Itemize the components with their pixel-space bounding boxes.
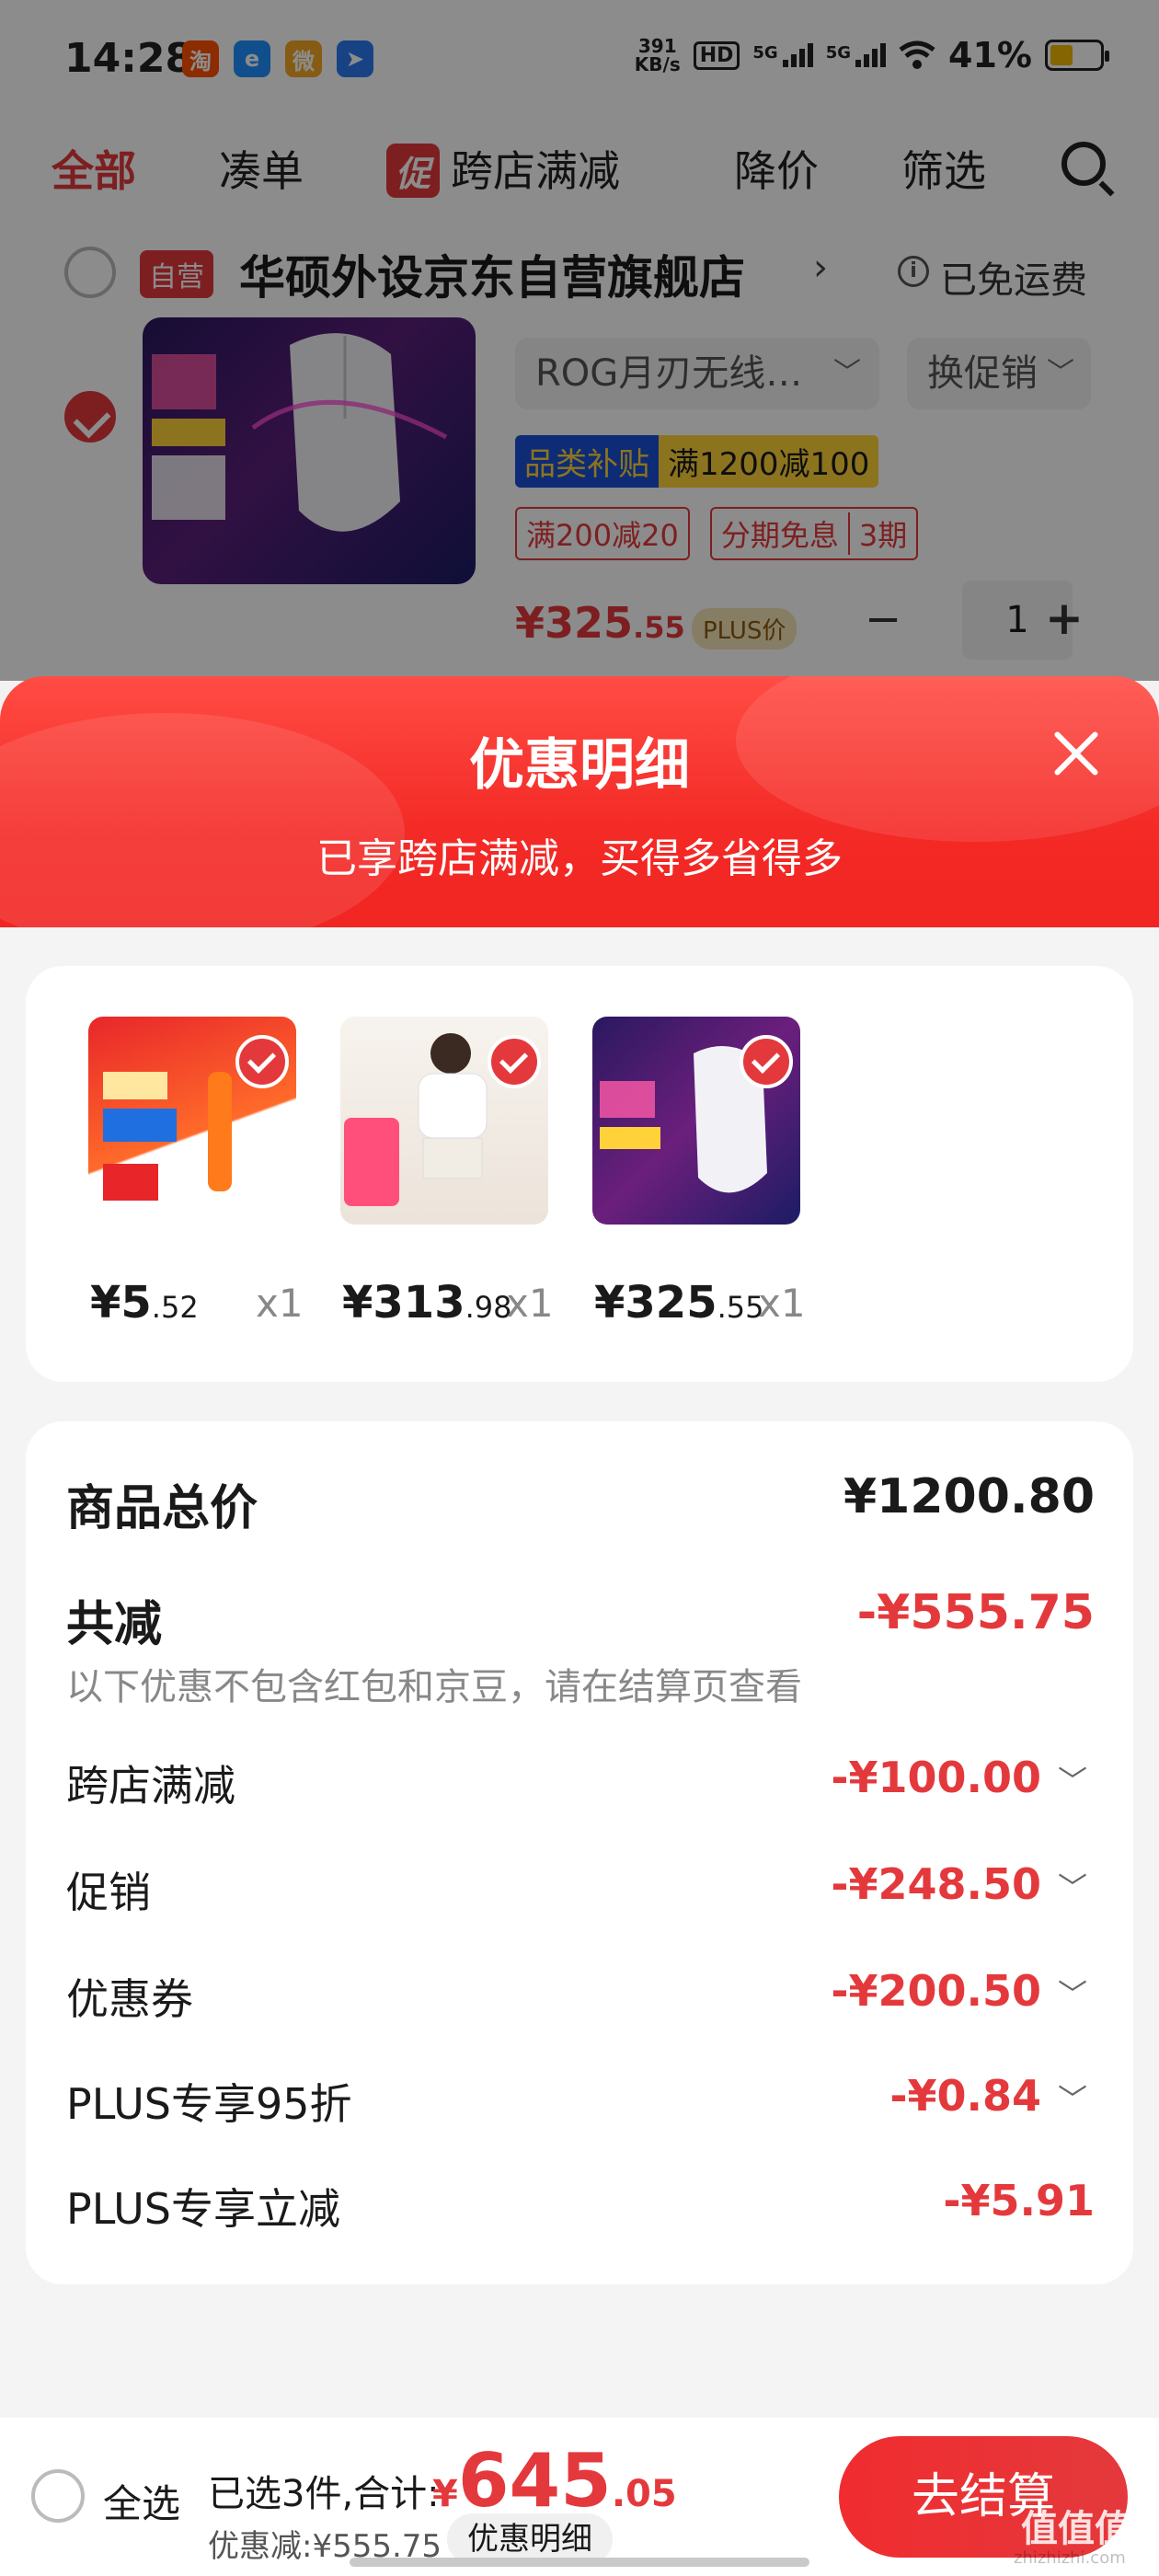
total-label: 商品总价	[66, 1481, 258, 1536]
chevron-down-icon[interactable]: ﹀	[1058, 1972, 1087, 2014]
modal-overlay[interactable]	[0, 0, 1159, 681]
line-plus-95-value[interactable]: -¥0.84	[889, 2071, 1041, 2121]
item-price-1: ¥5.52	[90, 1277, 199, 1328]
line-plus-instant-value: -¥5.91	[943, 2176, 1095, 2225]
item-qty-3: x1	[758, 1281, 806, 1326]
watermark: 值值值	[1021, 2508, 1131, 2550]
checked-icon	[235, 1035, 289, 1088]
watermark-url: zhizhizhi.com	[1014, 2548, 1126, 2568]
line-cross-store-value[interactable]: -¥100.00	[831, 1753, 1041, 1802]
line-plus-95-label[interactable]: PLUS专享95折	[66, 2071, 351, 2132]
total-value: ¥1200.80	[843, 1469, 1095, 1524]
sheet-subtitle: 已享跨店满减，买得多省得多	[316, 835, 843, 882]
close-icon[interactable]	[1047, 724, 1106, 783]
line-promo-label[interactable]: 促销	[66, 1859, 151, 1920]
item-price-decimal: .98	[465, 1290, 512, 1325]
select-all-radio[interactable]	[31, 2469, 85, 2523]
total-integer: 645	[457, 2438, 612, 2524]
item-qty-2: x1	[506, 1281, 554, 1326]
line-coupon-value[interactable]: -¥200.50	[831, 1966, 1041, 2016]
line-plus-instant-label: PLUS专享立减	[66, 2184, 340, 2234]
item-price-2: ¥313.98	[342, 1277, 511, 1328]
item-price-integer: ¥5	[90, 1277, 152, 1328]
reduce-label: 共减	[66, 1597, 163, 1652]
reduce-value: -¥555.75	[856, 1585, 1095, 1640]
line-promo-value[interactable]: -¥248.50	[831, 1859, 1041, 1909]
item-thumbnail-3[interactable]	[592, 1017, 800, 1225]
item-thumbnail-1[interactable]	[88, 1017, 296, 1225]
line-cross-store-label[interactable]: 跨店满减	[66, 1753, 235, 1813]
home-indicator[interactable]	[350, 2558, 809, 2567]
selected-count: 已选3件,合计:	[208, 2473, 440, 2515]
item-price-decimal: .55	[717, 1290, 764, 1325]
line-coupon-label[interactable]: 优惠券	[66, 1966, 193, 2027]
selected-items-card: ¥5.52 x1 ¥313.98 x1 ¥325.55 x1	[26, 966, 1133, 1382]
sheet-title: 优惠明细	[469, 733, 690, 798]
checked-icon	[488, 1035, 541, 1088]
total-price: ¥645.05	[432, 2438, 677, 2524]
item-price-3: ¥325.55	[594, 1277, 763, 1328]
checked-icon	[740, 1035, 793, 1088]
chevron-down-icon[interactable]: ﹀	[1058, 2076, 1087, 2119]
discount-summary-card: 商品总价 ¥1200.80 共减 -¥555.75 以下优惠不包含红包和京豆，请…	[26, 1421, 1133, 2284]
item-thumbnail-2[interactable]	[340, 1017, 548, 1225]
total-currency: ¥	[432, 2473, 458, 2515]
checkout-bar: 全选 已选3件,合计: ¥645.05 优惠减:¥555.75 优惠明细 去结算	[0, 2418, 1159, 2576]
item-price-integer: ¥313	[342, 1277, 465, 1328]
select-all-label[interactable]: 全选	[103, 2473, 180, 2529]
total-decimal: .05	[611, 2473, 677, 2515]
chevron-down-icon[interactable]: ﹀	[1058, 1758, 1087, 1800]
chevron-down-icon[interactable]: ﹀	[1058, 1865, 1087, 1907]
item-qty-1: x1	[256, 1281, 304, 1326]
item-price-integer: ¥325	[594, 1277, 717, 1328]
reduce-note: 以下优惠不包含红包和京豆，请在结算页查看	[66, 1666, 802, 1708]
sheet-header: 优惠明细 已享跨店满减，买得多省得多	[0, 676, 1159, 930]
item-price-decimal: .52	[151, 1290, 199, 1325]
